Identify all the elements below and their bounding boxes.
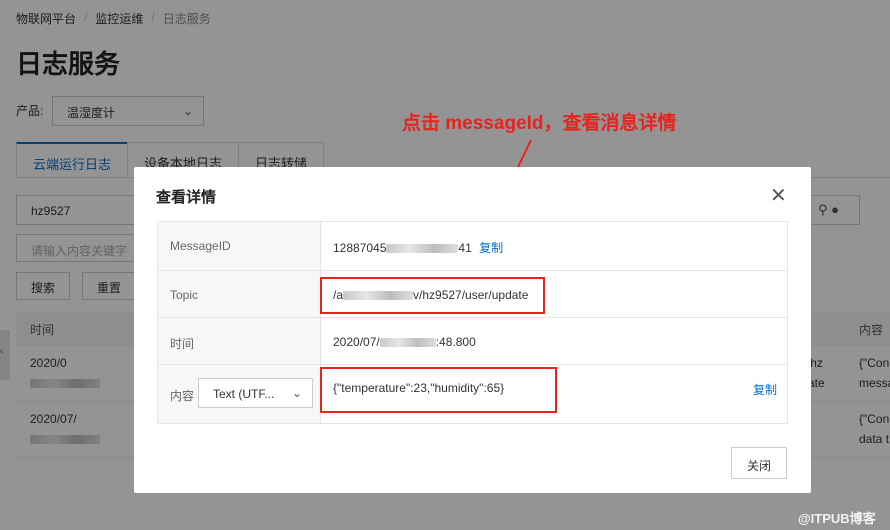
copy-link[interactable]: 复制 (753, 381, 777, 398)
format-select-value: Text (UTF... (213, 387, 275, 401)
close-icon[interactable]: ✕ (770, 183, 787, 208)
detail-label: MessageID (158, 222, 321, 270)
annotation-text: 点击 messageId，查看消息详情 (402, 113, 677, 134)
time-value: 2020/07/:48.800 (333, 335, 476, 349)
detail-row-content: 内容 Text (UTF... ⌄ {"temperature":23,"hum… (158, 365, 787, 423)
format-select[interactable]: Text (UTF... ⌄ (198, 378, 313, 408)
detail-row-message-id: MessageID 12887045 41 复制 (158, 222, 787, 271)
copy-link[interactable]: 复制 (479, 241, 503, 255)
detail-label: Topic (158, 271, 321, 317)
close-button[interactable]: 关闭 (731, 447, 787, 479)
detail-row-topic: Topic /a v/hz9527/user/update (158, 271, 787, 318)
watermark: @ITPUB博客 (798, 511, 876, 526)
chevron-down-icon: ⌄ (291, 386, 302, 400)
detail-label: 时间 (158, 318, 321, 364)
detail-row-time: 时间 2020/07/:48.800 (158, 318, 787, 365)
detail-modal: 查看详情 ✕ MessageID 12887045 41 复制 Topic /a v… (134, 167, 811, 493)
highlight-box (320, 367, 557, 413)
highlight-box (320, 277, 545, 314)
modal-title: 查看详情 (156, 189, 217, 206)
detail-label: 内容 Text (UTF... ⌄ (158, 365, 321, 423)
detail-table: MessageID 12887045 41 复制 Topic /a v/hz9527… (157, 221, 788, 424)
message-id-value: 12887045 41 复制 (333, 241, 504, 255)
